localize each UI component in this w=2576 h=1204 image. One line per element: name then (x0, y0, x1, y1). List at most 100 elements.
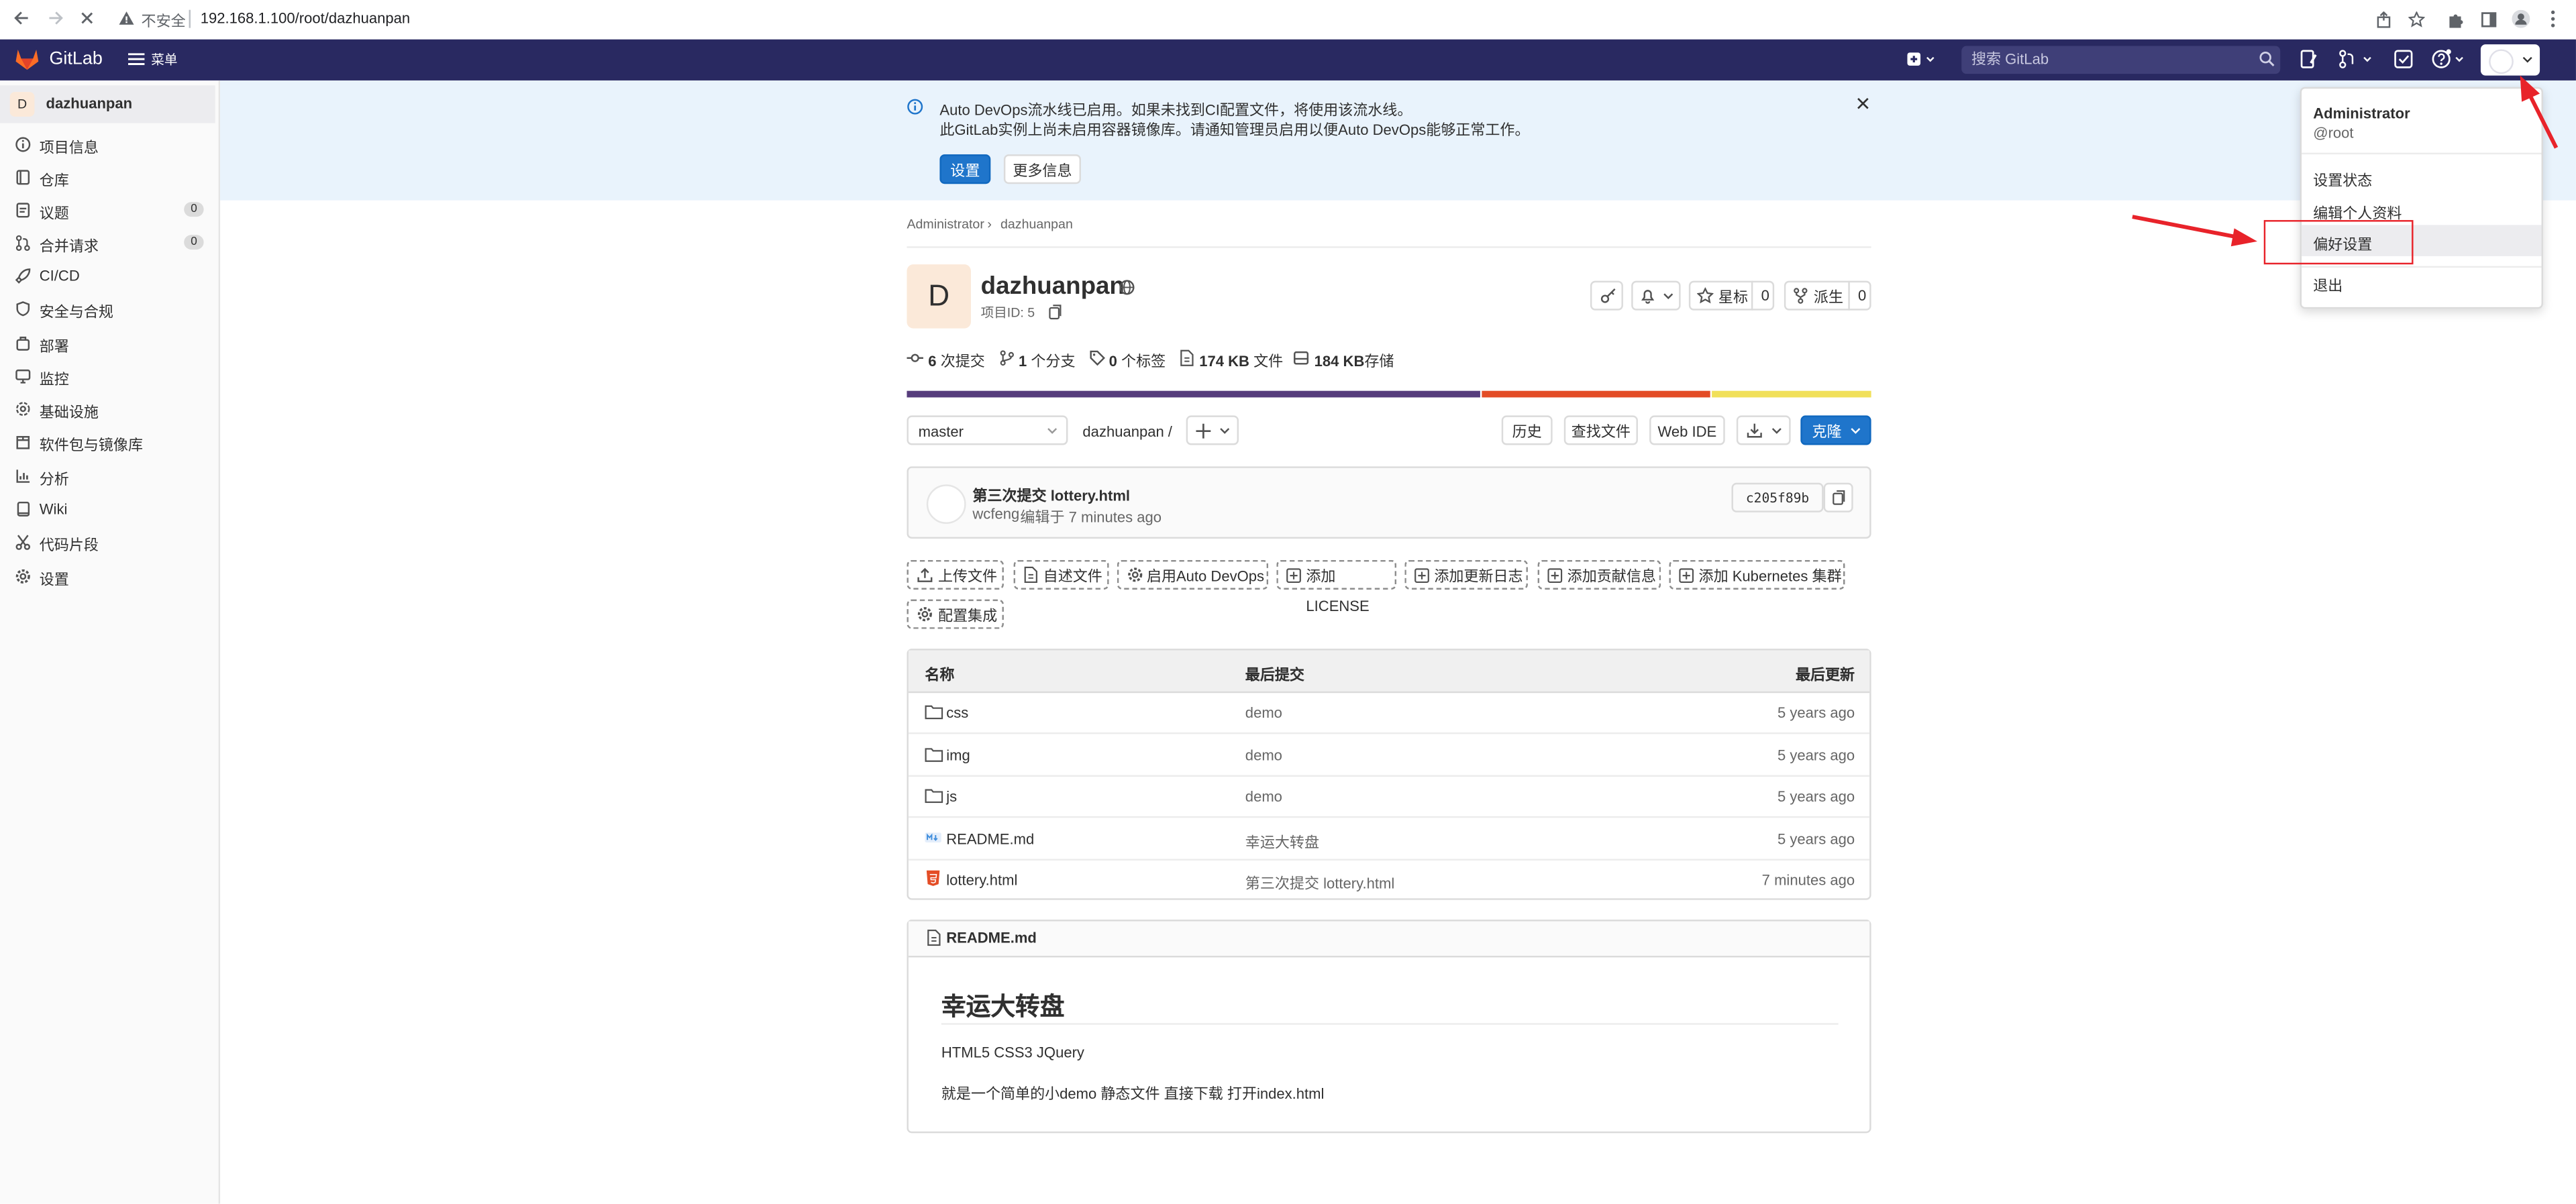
share-icon[interactable] (2375, 11, 2391, 28)
sidebar-item-snippets[interactable]: 代码片段 (0, 525, 219, 558)
markdown-icon (925, 832, 941, 842)
repo-path[interactable]: dazhuanpan (1082, 424, 1164, 440)
sidebar-project-header[interactable]: D dazhuanpan (0, 85, 215, 123)
enable-auto-devops-button[interactable]: 启用Auto DevOps (1117, 559, 1269, 590)
rocket-icon (15, 268, 31, 284)
stat-tags[interactable]: 0 个标签 (1109, 349, 1166, 371)
readme-button[interactable]: 自述文件 (1013, 559, 1109, 590)
add-changelog-button[interactable]: 添加更新日志 (1404, 559, 1528, 590)
add-kubernetes-button[interactable]: 添加 Kubernetes 集群 (1669, 559, 1845, 590)
sidebar-item-packages[interactable]: 软件包与镜像库 (0, 425, 219, 458)
sidebar-item-project-info[interactable]: 项目信息 (0, 128, 219, 161)
todo-icon[interactable] (2393, 49, 2413, 68)
extensions-icon[interactable] (2448, 11, 2464, 28)
sidebar-item-monitor[interactable]: 监控 (0, 360, 219, 392)
file-name[interactable]: img (946, 747, 970, 763)
help-icon[interactable] (2431, 49, 2467, 68)
table-row[interactable]: js demo 5 years ago (908, 775, 1870, 818)
file-name[interactable]: README.md (946, 831, 1034, 847)
commit-author[interactable]: wcfeng (972, 506, 1019, 522)
file-last-commit[interactable]: demo (1245, 788, 1282, 804)
menu-button[interactable]: 菜单 (151, 51, 177, 69)
sidebar-item-settings[interactable]: 设置 (0, 560, 219, 593)
sidebar-item-wiki[interactable]: Wiki (0, 492, 219, 525)
document-icon (1023, 566, 1038, 584)
gitlab-logo-icon[interactable] (15, 48, 40, 70)
breadcrumb-root[interactable]: Administrator (907, 217, 984, 231)
stop-loading-icon[interactable] (79, 10, 95, 26)
commit-sha[interactable]: c205f89b (1731, 482, 1824, 512)
stat-branches[interactable]: 1 个分支 (1019, 349, 1076, 371)
hamburger-icon[interactable] (127, 52, 145, 66)
web-ide-button[interactable]: Web IDE (1649, 415, 1725, 445)
upload-file-button[interactable]: 上传文件 (907, 559, 1004, 590)
table-row[interactable]: css demo 5 years ago (908, 692, 1870, 734)
readme-filename[interactable]: README.md (946, 930, 1037, 946)
fork-button[interactable]: 派生 0 (1784, 280, 1871, 311)
table-row[interactable]: img demo 5 years ago (908, 734, 1870, 777)
file-name[interactable]: lottery.html (946, 872, 1017, 888)
commit-title[interactable]: 第三次提交 lottery.html (972, 484, 1130, 506)
new-item-icon[interactable] (1906, 49, 1935, 68)
stat-commits[interactable]: 6 次提交 (928, 349, 985, 371)
stat-storage[interactable]: 184 KB存储 (1315, 349, 1394, 371)
branch-selector[interactable]: master (907, 415, 1068, 445)
back-icon[interactable] (13, 10, 30, 26)
bookmark-star-icon[interactable] (2408, 11, 2425, 28)
side-panel-icon[interactable] (2481, 11, 2497, 28)
table-row[interactable]: lottery.html 第三次提交 lottery.html 7 minute… (909, 859, 1869, 899)
sidebar-item-merge-requests[interactable]: 合并请求 0 (0, 227, 219, 260)
banner-more-info-button[interactable]: 更多信息 (1003, 154, 1081, 184)
sidebar-item-infrastructure[interactable]: 基础设施 (0, 392, 219, 425)
notifications-key-button[interactable] (1590, 280, 1623, 311)
merge-requests-header-icon[interactable] (2338, 49, 2374, 68)
add-contributing-button[interactable]: 添加贡献信息 (1537, 559, 1661, 590)
file-last-commit[interactable]: 第三次提交 lottery.html (1245, 872, 1394, 893)
sidebar-item-issues[interactable]: 议题 0 (0, 194, 219, 227)
merge-requests-count-badge: 0 (184, 235, 204, 250)
forward-icon[interactable] (48, 10, 64, 26)
sidebar-item-security[interactable]: 安全与合规 (0, 292, 219, 325)
banner-line-1: Auto DevOps流水线已启用。如果未找到CI配置文件，将使用该流水线。 (939, 101, 1412, 119)
commit-author-avatar[interactable] (926, 484, 966, 525)
file-name[interactable]: css (946, 704, 968, 720)
copy-id-icon[interactable] (1048, 304, 1063, 320)
file-last-commit[interactable]: demo (1245, 747, 1282, 763)
issues-header-icon[interactable] (2300, 49, 2318, 68)
breadcrumb-current[interactable]: dazhuanpan (1000, 217, 1073, 231)
file-name[interactable]: js (946, 788, 957, 804)
history-button[interactable]: 历史 (1501, 415, 1553, 445)
gitlab-brand[interactable]: GitLab (49, 49, 102, 68)
configure-integrations-button[interactable]: 配置集成 (907, 599, 1004, 629)
search-input[interactable]: 搜索 GitLab (1961, 46, 2281, 74)
file-last-update: 5 years ago (1777, 747, 1855, 764)
browser-menu-icon[interactable] (2550, 10, 2557, 28)
url-bar[interactable]: 192.168.1.100/root/dazhuanpan (201, 10, 410, 26)
info-icon (15, 136, 31, 152)
menu-set-status[interactable]: 设置状态 (2313, 169, 2372, 190)
profile-icon[interactable] (2512, 9, 2530, 28)
add-to-tree-button[interactable] (1186, 415, 1239, 445)
sidebar-item-repository[interactable]: 仓库 (0, 161, 219, 194)
chevron-down-icon (1219, 427, 1231, 435)
close-icon[interactable] (1857, 97, 1870, 110)
stat-files[interactable]: 174 KB 文件 (1199, 349, 1283, 371)
file-last-commit[interactable]: 幸运大转盘 (1245, 831, 1319, 853)
clone-button[interactable]: 克隆 (1800, 415, 1871, 445)
sidebar-item-ci-cd[interactable]: CI/CD (0, 260, 219, 292)
warning-icon[interactable] (118, 10, 134, 26)
add-license-button[interactable]: 添加LICENSE (1276, 559, 1397, 614)
sidebar-item-deployments[interactable]: 部署 (0, 327, 219, 360)
notifications-button[interactable] (1631, 280, 1681, 311)
folder-icon (925, 704, 943, 720)
find-file-button[interactable]: 查找文件 (1563, 415, 1638, 445)
copy-sha-button[interactable] (1823, 482, 1853, 512)
star-button[interactable]: 星标 0 (1688, 280, 1775, 311)
menu-sign-out[interactable]: 退出 (2313, 274, 2342, 296)
sidebar-item-analytics[interactable]: 分析 (0, 460, 219, 493)
table-row[interactable]: README.md 幸运大转盘 5 years ago (908, 818, 1870, 861)
banner-settings-button[interactable]: 设置 (939, 154, 991, 184)
download-button[interactable] (1736, 415, 1791, 445)
file-last-commit[interactable]: demo (1245, 704, 1282, 720)
user-full-name[interactable]: Administrator (2313, 105, 2410, 121)
